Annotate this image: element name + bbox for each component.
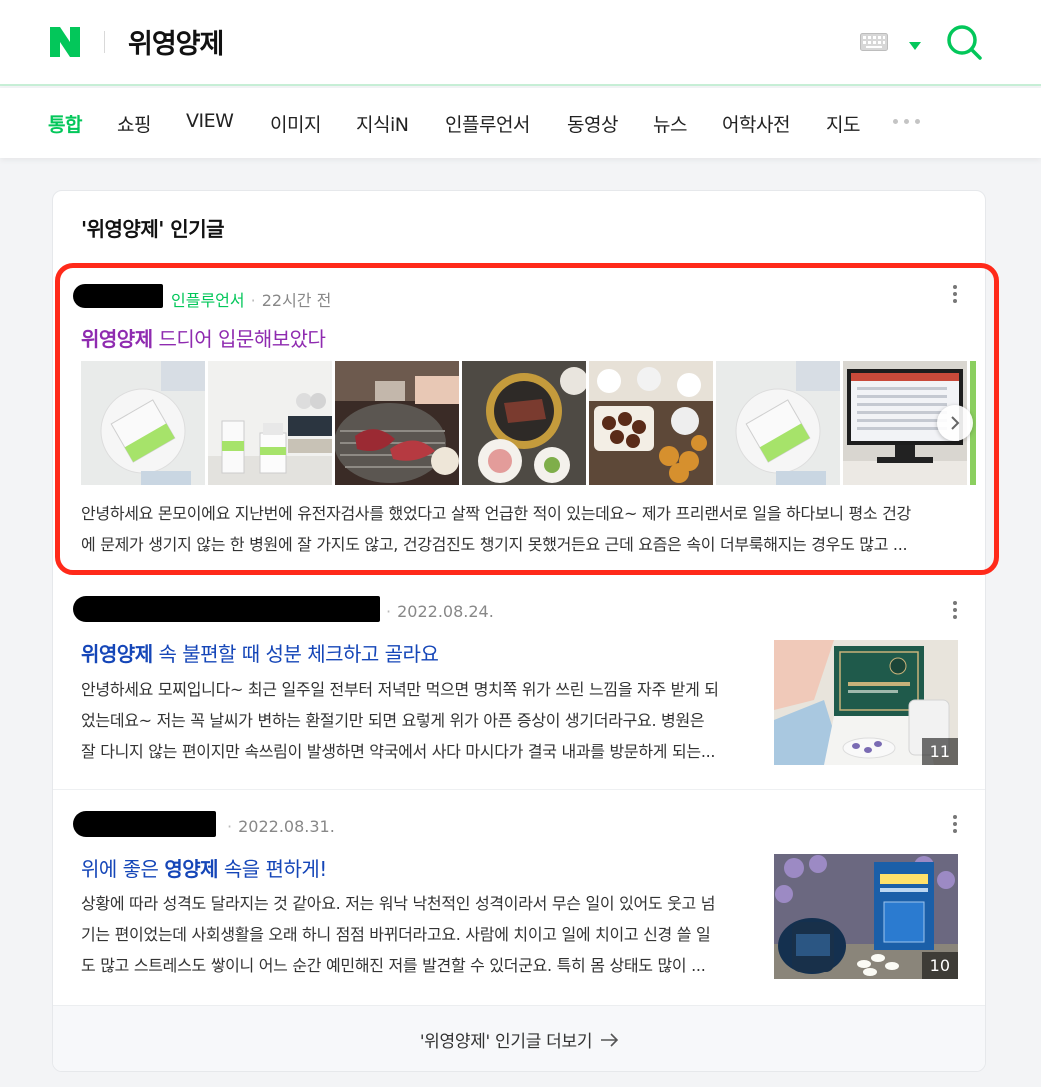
post-meta: · 2022.08.24. — [386, 602, 494, 621]
post-title[interactable]: 위영양제 드디어 입문해보았다 — [81, 323, 326, 352]
post-excerpt[interactable]: 안녕하세요 몬모이에요 지난번에 유전자검사를 했었다고 살짝 언급한 적이 있… — [81, 498, 961, 560]
more-options-icon[interactable] — [953, 601, 959, 619]
post-thumbnail[interactable] — [462, 361, 586, 485]
search-header: 위영양제 — [0, 0, 1041, 86]
post-time: 2022.08.31. — [238, 817, 335, 836]
tab-view[interactable]: VIEW — [186, 110, 234, 132]
tab-all[interactable]: 통합 — [48, 110, 82, 137]
post-item: 인플루언서 · 22시간 전 위영양제 드디어 입문해보았다 안녕하세요 몬모이… — [53, 279, 985, 569]
see-more-button[interactable]: '위영양제' 인기글 더보기 — [53, 1005, 985, 1071]
chevron-right-icon — [951, 416, 960, 430]
section-title: '위영양제' 인기글 — [81, 217, 225, 241]
caret-down-icon[interactable] — [908, 36, 922, 55]
post-excerpt[interactable]: 상황에 따라 성격도 달라지는 것 같아요. 저는 워낙 낙천적인 성격이라서 … — [81, 888, 761, 981]
search-tabs: 통합 쇼핑 VIEW 이미지 지식iN 인플루언서 동영상 뉴스 어학사전 지도 — [0, 88, 1041, 158]
post-item: · 2022.08.24. 위영양제 속 불편할 때 성분 체크하고 골라요 안녕… — [53, 591, 985, 791]
tab-dictionary[interactable]: 어학사전 — [722, 110, 790, 137]
image-count-badge: 10 — [921, 952, 958, 979]
arrow-right-icon — [601, 1032, 619, 1047]
author-name-redacted — [73, 284, 163, 308]
carousel-next-button[interactable] — [937, 405, 973, 441]
tab-map[interactable]: 지도 — [826, 110, 860, 137]
author-name-redacted — [73, 811, 216, 837]
tab-shopping[interactable]: 쇼핑 — [117, 110, 151, 137]
search-icon[interactable] — [945, 23, 983, 65]
more-options-icon[interactable] — [953, 815, 959, 833]
popular-posts-card: '위영양제' 인기글 인플루언서 · 22시간 전 위영양제 드디어 입문해보았다 — [52, 190, 986, 1072]
search-query[interactable]: 위영양제 — [128, 22, 224, 61]
post-divider — [53, 789, 985, 790]
tab-more-icon[interactable] — [893, 119, 920, 124]
image-count-badge: 11 — [921, 738, 958, 765]
tab-news[interactable]: 뉴스 — [653, 110, 687, 137]
keyboard-icon[interactable] — [860, 33, 888, 55]
post-thumbnail[interactable]: 10 — [774, 854, 958, 979]
post-meta: 인플루언서 · 22시간 전 — [171, 291, 332, 310]
post-thumbnail[interactable] — [208, 361, 332, 485]
post-item: · 2022.08.31. 위에 좋은 영양제 속을 편하게! 상황에 따라 성격… — [53, 807, 985, 1007]
post-title[interactable]: 위영양제 속 불편할 때 성분 체크하고 골라요 — [81, 638, 439, 667]
post-time: 22시간 전 — [261, 291, 332, 310]
post-time: 2022.08.24. — [397, 602, 494, 621]
naver-logo-icon — [50, 27, 80, 57]
author-name-redacted — [73, 596, 380, 622]
post-excerpt[interactable]: 안녕하세요 모찌입니다~ 최근 일주일 전부터 저녁만 먹으면 명치쪽 위가 쓰… — [81, 674, 761, 767]
tab-video[interactable]: 동영상 — [567, 110, 618, 137]
naver-logo[interactable] — [48, 26, 82, 58]
post-thumbnail[interactable] — [335, 361, 459, 485]
post-thumbnail[interactable] — [716, 361, 840, 485]
post-thumbnail[interactable] — [81, 361, 205, 485]
post-thumbnail[interactable] — [589, 361, 713, 485]
more-options-icon[interactable] — [953, 285, 959, 303]
logo-divider — [104, 31, 105, 53]
post-meta: · 2022.08.31. — [227, 817, 335, 836]
tab-kin[interactable]: 지식iN — [356, 110, 409, 137]
influencer-badge[interactable]: 인플루언서 — [171, 291, 245, 310]
image-carousel — [81, 361, 976, 485]
tab-influencer[interactable]: 인플루언서 — [445, 110, 530, 137]
post-title[interactable]: 위에 좋은 영양제 속을 편하게! — [81, 853, 327, 882]
tab-images[interactable]: 이미지 — [270, 110, 321, 137]
post-thumbnail[interactable]: 11 — [774, 640, 958, 765]
